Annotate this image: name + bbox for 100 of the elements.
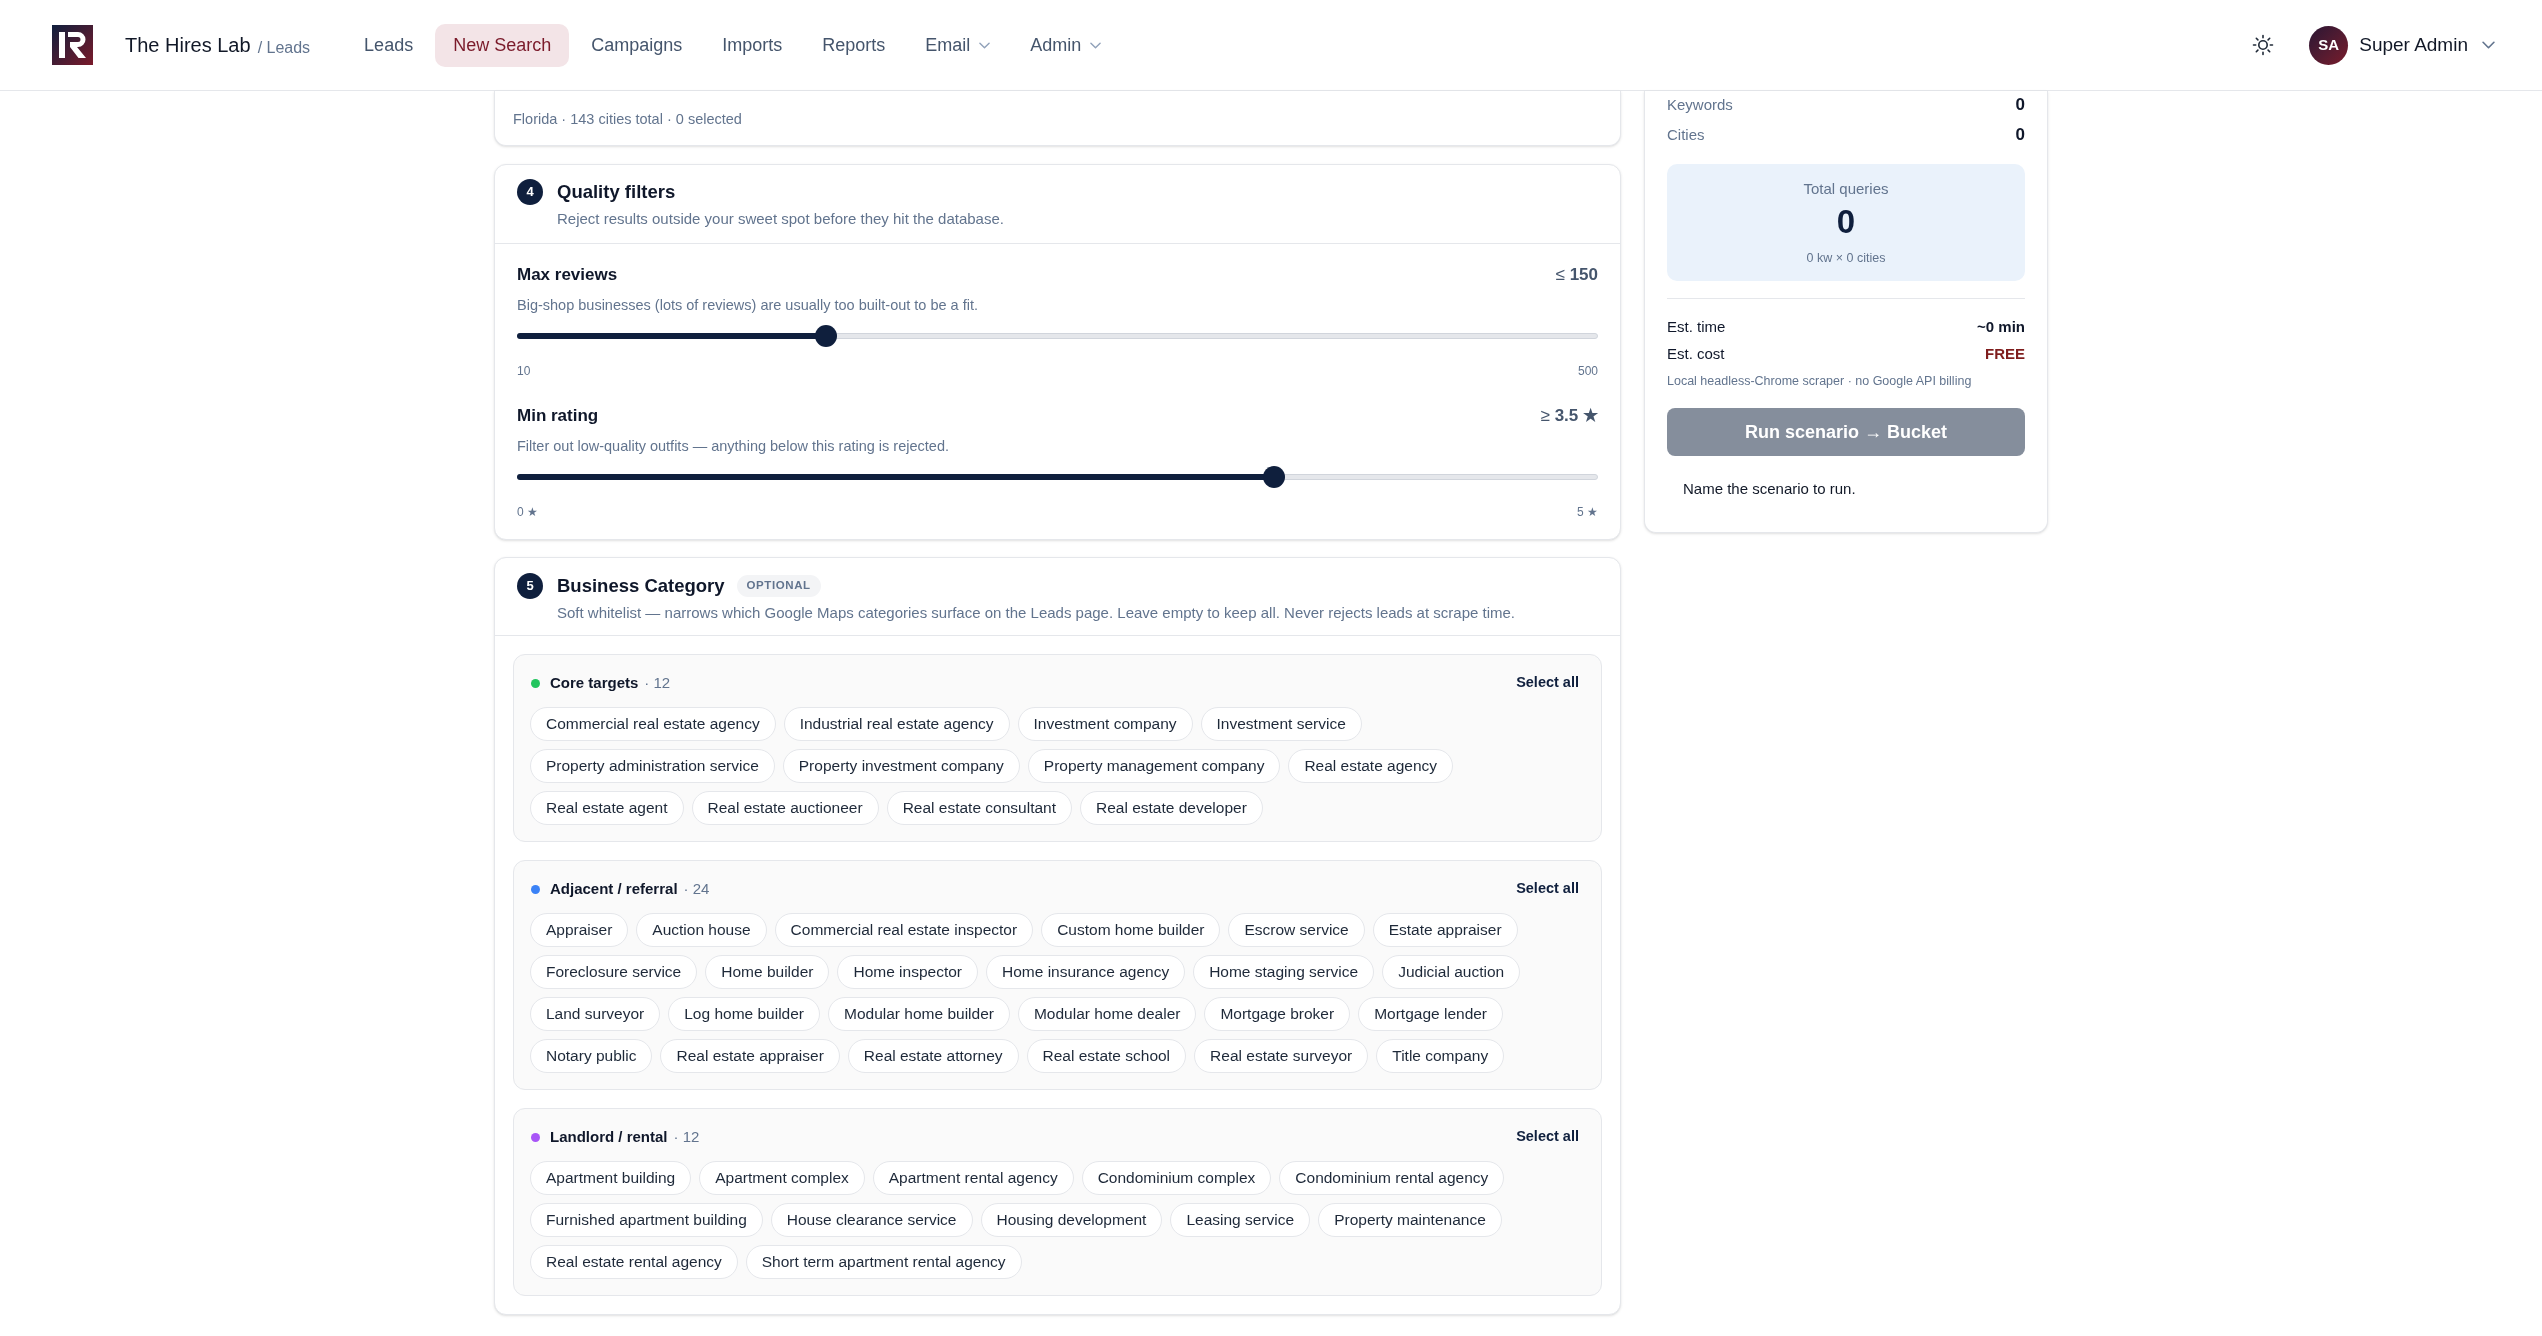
slider-track[interactable] (517, 325, 1598, 347)
nav-tab[interactable]: New Search (435, 23, 570, 67)
category-chip[interactable]: Mortgage broker (1204, 997, 1351, 1031)
category-chip[interactable]: Estate appraiser (1372, 913, 1518, 947)
category-chip[interactable]: Title company (1376, 1039, 1505, 1073)
category-chip[interactable]: Home insurance agency (986, 955, 1186, 989)
select-all-link[interactable]: Select all (1516, 1126, 1579, 1148)
category-chip[interactable]: Judicial auction (1382, 955, 1521, 989)
user-menu-button[interactable]: SA Super Admin (2309, 25, 2495, 65)
category-chip[interactable]: Land surveyor (530, 997, 661, 1031)
category-chip[interactable]: Modular home builder (828, 997, 1010, 1031)
category-chip[interactable]: Property administration service (530, 749, 775, 783)
category-chip[interactable]: Condominium rental agency (1279, 1161, 1505, 1195)
category-chip[interactable]: Short term apartment rental agency (745, 1245, 1022, 1279)
slider-thumb[interactable] (815, 325, 838, 347)
category-chip[interactable]: Real estate consultant (886, 791, 1072, 825)
filter-description: Big-shop businesses (lots of reviews) are usually too built-out to be a fit. (517, 296, 979, 315)
category-chip[interactable]: Notary public (530, 1039, 653, 1073)
group-name: Core targets (550, 672, 639, 693)
range-max-label: 500 (1577, 363, 1598, 380)
category-chip[interactable]: Furnished apartment building (530, 1203, 763, 1237)
stat-label: Cities (1667, 124, 1705, 145)
category-chip[interactable]: Appraiser (530, 913, 629, 947)
group-count: · 24 (683, 878, 710, 899)
nav-tab[interactable]: Reports (804, 23, 904, 67)
category-chip[interactable]: Apartment rental agency (872, 1161, 1074, 1195)
section-title: Quality filters (557, 180, 676, 205)
category-chip[interactable]: Investment service (1200, 707, 1362, 741)
category-chip[interactable]: Real estate developer (1080, 791, 1263, 825)
location-summary: Florida · 143 cities total · 0 selected (513, 110, 742, 130)
category-chip[interactable]: Custom home builder (1041, 913, 1221, 947)
category-chip[interactable]: Real estate school (1026, 1039, 1187, 1073)
category-chip[interactable]: Real estate attorney (847, 1039, 1019, 1073)
select-all-link[interactable]: Select all (1516, 878, 1579, 900)
category-chip[interactable]: Real estate surveyor (1194, 1039, 1369, 1073)
group-count: · 12 (644, 672, 671, 693)
filter-value: ≥ 3.5 ★ (1540, 405, 1598, 428)
category-chip[interactable]: Leasing service (1170, 1203, 1311, 1237)
category-chip[interactable]: Real estate auctioneer (691, 791, 879, 825)
category-chip[interactable]: Property maintenance (1318, 1203, 1502, 1237)
category-chip[interactable]: Auction house (636, 913, 767, 947)
category-chip[interactable]: Home inspector (837, 955, 978, 989)
category-chip[interactable]: Real estate agency (1288, 749, 1454, 783)
group-name: Adjacent / referral (550, 878, 678, 899)
category-chip[interactable]: Property management company (1027, 749, 1281, 783)
range-max-label: 5 ★ (1577, 504, 1598, 521)
total-label: Total queries (1803, 179, 1889, 199)
filter-value: ≤ 150 (1555, 264, 1598, 287)
category-chip[interactable]: Real estate rental agency (530, 1245, 738, 1279)
nav-tab[interactable]: Email (907, 23, 1009, 67)
nav-tab[interactable]: Campaigns (573, 23, 701, 67)
group-name: Landlord / rental (550, 1126, 668, 1147)
slider-track[interactable] (517, 466, 1598, 488)
filter-label: Min rating (517, 405, 599, 428)
estimate-value: ~0 min (1977, 316, 2025, 337)
estimate-label: Est. time (1667, 316, 1726, 337)
filter-label: Max reviews (517, 264, 618, 287)
chevron-down-icon (979, 41, 991, 49)
nav-tab[interactable]: Leads (346, 23, 432, 67)
filter-description: Filter out low-quality outfits — anything below this rating is rejected. (517, 437, 950, 456)
category-chip[interactable]: Property investment company (782, 749, 1020, 783)
category-chip[interactable]: Apartment complex (699, 1161, 865, 1195)
breadcrumb-section: / Leads (257, 35, 311, 60)
section-description: Reject results outside your sweet spot before they hit the database. (557, 209, 1004, 229)
category-chip[interactable]: Modular home dealer (1017, 997, 1197, 1031)
category-chip[interactable]: Condominium complex (1081, 1161, 1272, 1195)
total-value: 0 (1836, 204, 1856, 240)
estimate-label: Est. cost (1667, 343, 1725, 364)
optional-tag: OPTIONAL (736, 575, 821, 597)
chevron-down-icon (2482, 41, 2495, 49)
stat-value: 0 (2015, 94, 2025, 117)
user-avatar: SA (2309, 25, 2349, 65)
category-chip[interactable]: House clearance service (770, 1203, 973, 1237)
group-count: · 12 (673, 1126, 700, 1147)
logo-icon[interactable] (52, 25, 93, 65)
scraper-note: Local headless-Chrome scraper · no Google API billing (1667, 373, 1973, 390)
category-chip[interactable]: Commercial real estate inspector (774, 913, 1034, 947)
total-formula: 0 kw × 0 cities (1806, 250, 1886, 267)
category-chip[interactable]: Investment company (1017, 707, 1193, 741)
nav-tab[interactable]: Admin (1012, 23, 1120, 67)
category-chip[interactable]: Log home builder (668, 997, 820, 1031)
category-chip[interactable]: Real estate agent (530, 791, 684, 825)
category-chip[interactable]: Foreclosure service (530, 955, 698, 989)
category-chip[interactable]: Escrow service (1228, 913, 1365, 947)
category-chip[interactable]: Home builder (705, 955, 830, 989)
sun-icon (2252, 34, 2275, 56)
chevron-down-icon (1090, 41, 1102, 49)
category-chip[interactable]: Housing development (980, 1203, 1163, 1237)
category-chip[interactable]: Home staging service (1193, 955, 1375, 989)
category-chip[interactable]: Real estate appraiser (660, 1039, 840, 1073)
category-chip[interactable]: Commercial real estate agency (530, 707, 776, 741)
stat-value: 0 (2015, 124, 2025, 147)
slider-thumb[interactable] (1262, 466, 1285, 488)
nav-tab[interactable]: Imports (704, 23, 801, 67)
range-min-label: 0 ★ (517, 504, 538, 521)
select-all-link[interactable]: Select all (1516, 672, 1579, 694)
category-chip[interactable]: Mortgage lender (1358, 997, 1504, 1031)
category-chip[interactable]: Apartment building (530, 1161, 692, 1195)
category-chip[interactable]: Industrial real estate agency (783, 707, 1010, 741)
theme-toggle-button[interactable] (2251, 33, 2276, 57)
